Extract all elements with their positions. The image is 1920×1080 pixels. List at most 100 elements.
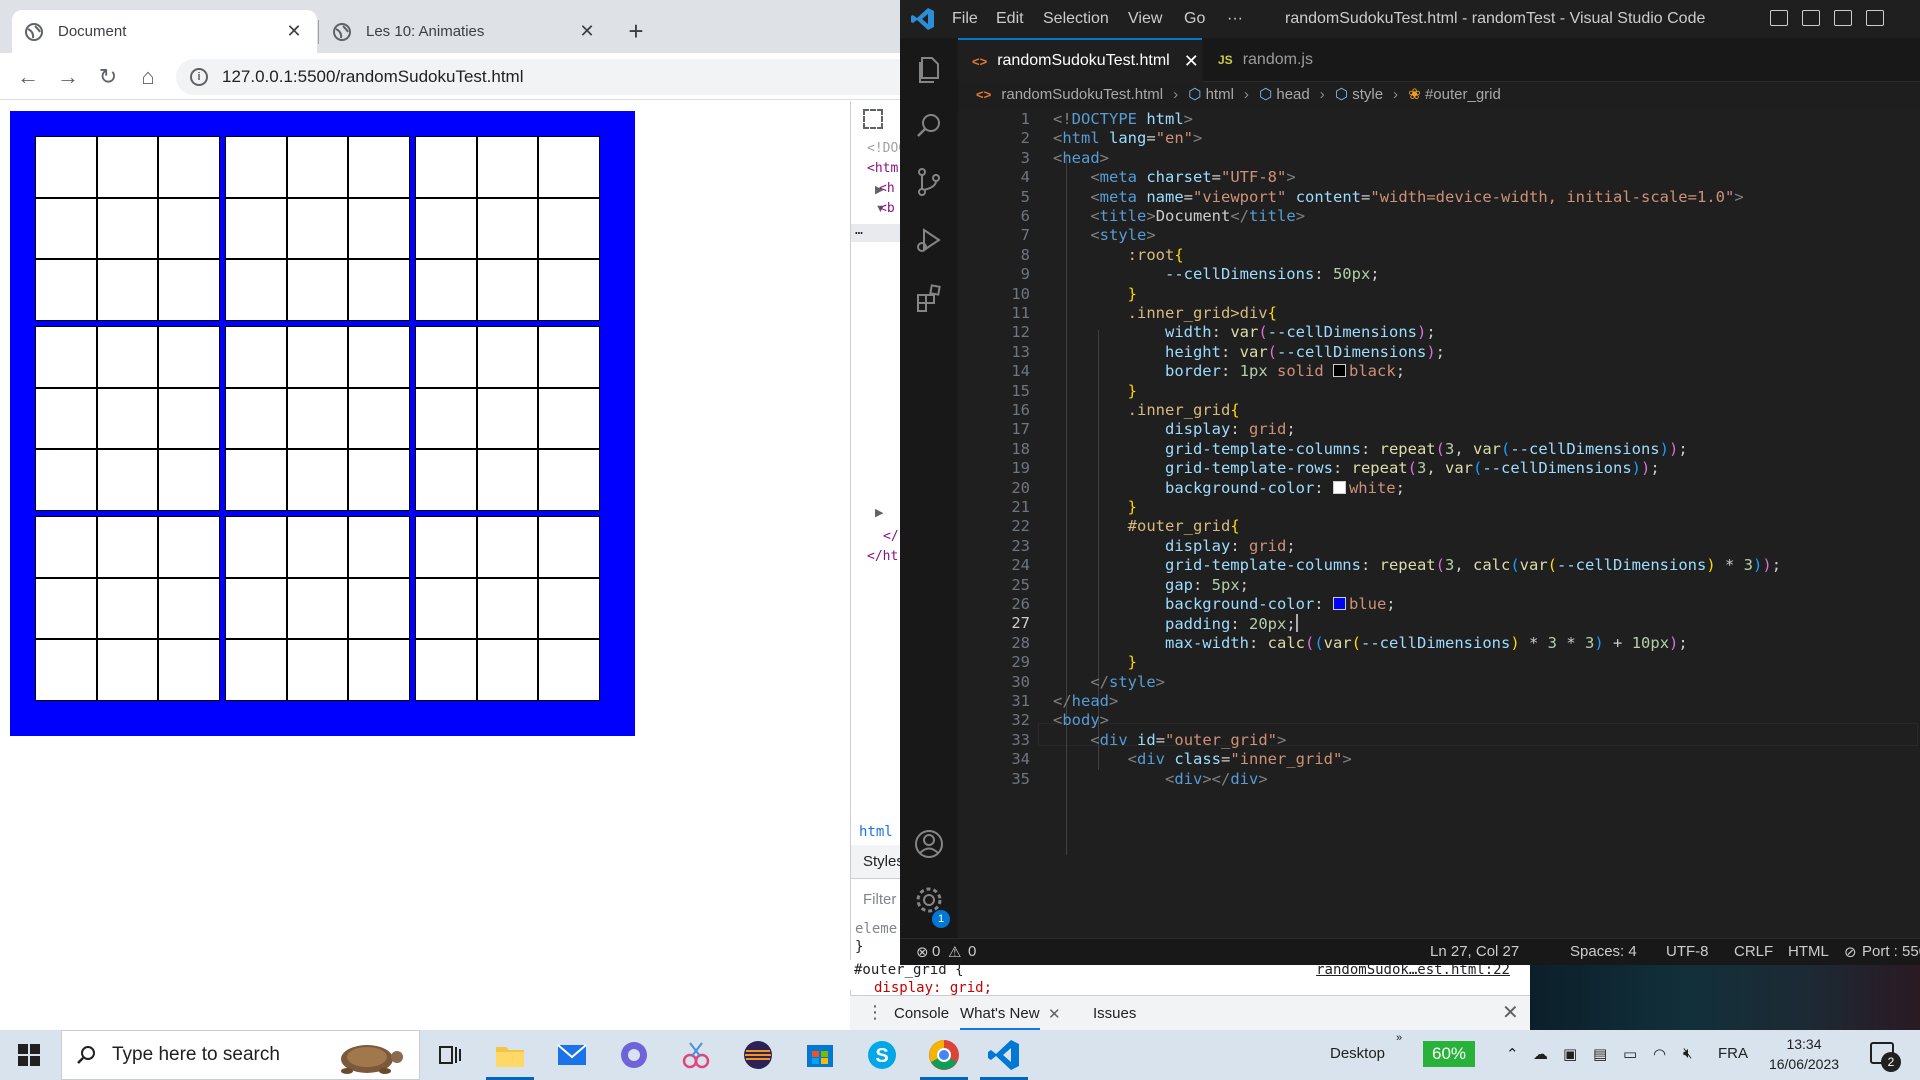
sudoku-cell[interactable]	[348, 136, 410, 198]
show-hidden-icons[interactable]: ⌃	[1506, 1045, 1519, 1063]
sudoku-cell[interactable]	[286, 259, 349, 321]
device-icon[interactable]: ▣	[1563, 1045, 1577, 1063]
menu-more[interactable]: ···	[1227, 10, 1243, 28]
error-count[interactable]: 0	[932, 943, 940, 960]
code-line[interactable]: <div></div>	[1053, 770, 1268, 788]
menu-view[interactable]: View	[1128, 10, 1162, 28]
dom-breadcrumb[interactable]: html	[859, 824, 893, 840]
sudoku-cell[interactable]	[415, 326, 477, 388]
warning-icon[interactable]: ⚠	[948, 943, 961, 961]
indentation[interactable]: Spaces: 4	[1570, 943, 1637, 960]
desktop-toolbar-label[interactable]: Desktop	[1330, 1045, 1385, 1062]
close-icon[interactable]: ✕	[1184, 51, 1199, 72]
sudoku-cell[interactable]	[538, 577, 600, 640]
taskbar-search[interactable]: Type here to search	[61, 1030, 420, 1080]
sudoku-cell[interactable]	[225, 639, 287, 701]
sudoku-cell[interactable]	[96, 449, 159, 511]
sudoku-cell[interactable]	[538, 136, 600, 198]
code-line[interactable]: }	[1053, 382, 1137, 400]
code-line[interactable]: :root{	[1053, 246, 1184, 264]
code-line[interactable]: grid-template-columns: repeat(3, var(--c…	[1053, 440, 1688, 458]
code-line[interactable]: }	[1053, 285, 1137, 303]
sudoku-cell[interactable]	[476, 197, 539, 260]
address-bar[interactable]: i 127.0.0.1:5500/randomSudokuTest.html	[176, 59, 916, 95]
sudoku-cell[interactable]	[35, 577, 97, 640]
sudoku-cell[interactable]	[158, 197, 220, 260]
sudoku-cell[interactable]	[286, 326, 349, 388]
windows-start-icon[interactable]	[18, 1044, 40, 1066]
code-line[interactable]: </head>	[1053, 692, 1118, 710]
sudoku-cell[interactable]	[348, 387, 410, 450]
sudoku-cell[interactable]	[348, 516, 410, 578]
styles-filter-input[interactable]: Filter	[863, 891, 896, 908]
forward-icon[interactable]: →	[54, 63, 82, 91]
code-line[interactable]: border: 1px solid black;	[1053, 362, 1405, 380]
code-line[interactable]: padding: 20px;	[1053, 614, 1298, 633]
dom-line[interactable]: <b	[879, 201, 895, 216]
sudoku-cell[interactable]	[348, 577, 410, 640]
skype-icon[interactable]: S	[864, 1037, 900, 1073]
sudoku-cell[interactable]	[476, 577, 539, 640]
color-swatch[interactable]	[1332, 480, 1346, 494]
breadcrumb-outer-grid[interactable]: #outer_grid	[1425, 86, 1501, 103]
sudoku-cell[interactable]	[476, 639, 539, 701]
sudoku-cell[interactable]	[286, 197, 349, 260]
code-line[interactable]: </style>	[1053, 673, 1165, 691]
drawer-tab-console[interactable]: Console	[894, 1005, 949, 1022]
code-line[interactable]: <body>	[1053, 711, 1109, 729]
sudoku-cell[interactable]	[538, 387, 600, 450]
sudoku-cell[interactable]	[348, 197, 410, 260]
code-line[interactable]: }	[1053, 653, 1137, 671]
sudoku-cell[interactable]	[538, 516, 600, 578]
code-line[interactable]: .inner_grid>div{	[1053, 304, 1277, 322]
code-line[interactable]: <head>	[1053, 149, 1109, 167]
code-line[interactable]: <title>Document</title>	[1053, 207, 1305, 225]
code-line[interactable]: background-color: blue;	[1053, 595, 1396, 613]
color-swatch[interactable]	[1332, 597, 1346, 610]
sudoku-cell[interactable]	[96, 639, 159, 701]
sudoku-cell[interactable]	[415, 136, 477, 198]
sudoku-cell[interactable]	[225, 577, 287, 640]
code-line[interactable]: background-color: white;	[1053, 479, 1405, 497]
toggle-panel-icon[interactable]	[1802, 10, 1820, 26]
code-editor[interactable]: 1 2 3 4 5 6 7 8 9 10 11 12 13 14 15 16 17 18 19 20 21 22 23 24 2…	[958, 110, 1920, 940]
sudoku-cell[interactable]	[286, 577, 349, 640]
code-line[interactable]: height: var(--cellDimensions);	[1053, 343, 1445, 361]
sudoku-cell[interactable]	[35, 136, 97, 198]
sudoku-cell[interactable]	[96, 197, 159, 260]
input-language[interactable]: FRA	[1718, 1045, 1748, 1062]
sudoku-cell[interactable]	[415, 259, 477, 321]
code-line[interactable]: <div class="inner_grid">	[1053, 750, 1352, 768]
sudoku-cell[interactable]	[286, 136, 349, 198]
store-icon[interactable]	[802, 1037, 838, 1073]
battery-percentage[interactable]: 60%	[1423, 1041, 1475, 1067]
sudoku-cell[interactable]	[476, 387, 539, 450]
expand-icon[interactable]: ▶	[875, 506, 883, 519]
drawer-tab-whats-new[interactable]: What's New	[960, 1005, 1040, 1030]
meet-now-icon[interactable]: ▤	[1593, 1045, 1607, 1063]
sudoku-cell[interactable]	[35, 516, 97, 578]
rule-property[interactable]: display: grid;	[874, 980, 992, 996]
sudoku-cell[interactable]	[96, 259, 159, 321]
breadcrumb-html[interactable]: html	[1206, 86, 1234, 103]
sudoku-cell[interactable]	[348, 449, 410, 511]
sudoku-cell[interactable]	[415, 197, 477, 260]
code-line[interactable]: display: grid;	[1053, 537, 1296, 555]
sudoku-cell[interactable]	[225, 259, 287, 321]
sudoku-cell[interactable]	[476, 136, 539, 198]
wifi-icon[interactable]: ◠	[1653, 1045, 1666, 1063]
sudoku-cell[interactable]	[286, 449, 349, 511]
color-swatch[interactable]	[1333, 364, 1347, 378]
sudoku-cell[interactable]	[348, 259, 410, 321]
source-control-icon[interactable]	[913, 166, 945, 198]
code-line[interactable]: .inner_grid{	[1053, 401, 1240, 419]
sudoku-cell[interactable]	[348, 639, 410, 701]
sudoku-cell[interactable]	[348, 326, 410, 388]
sudoku-cell[interactable]	[415, 577, 477, 640]
sudoku-cell[interactable]	[35, 197, 97, 260]
sudoku-cell[interactable]	[538, 197, 600, 260]
sudoku-cell[interactable]	[158, 136, 220, 198]
live-server-port[interactable]: Port : 5500	[1862, 943, 1920, 960]
sudoku-cell[interactable]	[286, 516, 349, 578]
sudoku-cell[interactable]	[415, 516, 477, 578]
